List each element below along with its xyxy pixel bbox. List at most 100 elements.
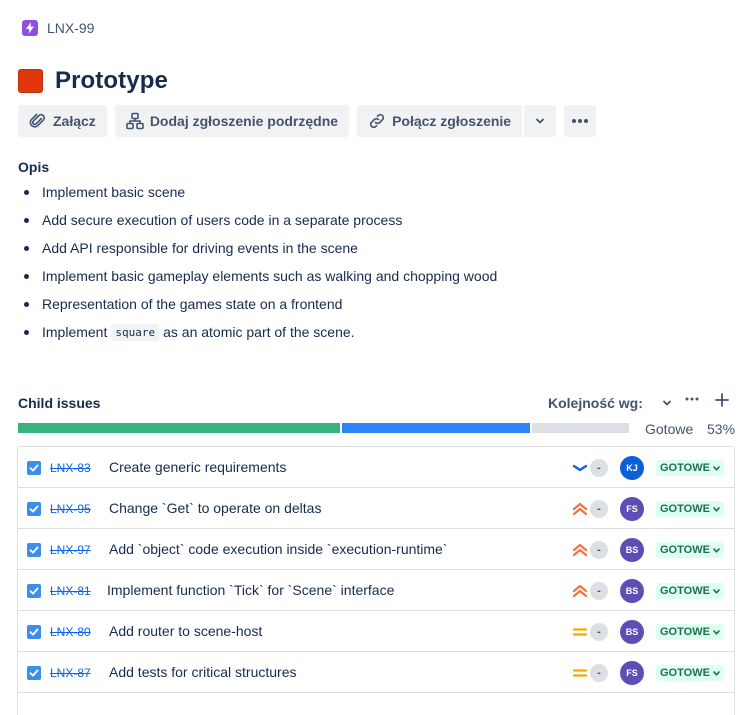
status-dropdown[interactable]: GOTOWE: [656, 460, 724, 476]
hierarchy-icon: [126, 112, 144, 130]
description-item: Implement basic gameplay elements such a…: [24, 262, 497, 290]
child-issue-row[interactable]: LNX-97 Add `object` code execution inside…: [18, 529, 734, 570]
story-icon: [27, 543, 41, 557]
assignee-avatar[interactable]: BS: [620, 620, 644, 644]
chevron-down-icon: [536, 118, 545, 124]
issue-key-link[interactable]: LNX-81: [50, 584, 91, 598]
issue-summary[interactable]: Add tests for critical structures: [109, 664, 297, 680]
issue-key-link[interactable]: LNX-87: [50, 666, 91, 680]
chevron-down-icon: [713, 506, 720, 512]
assignee-avatar[interactable]: BS: [620, 579, 644, 603]
story-icon: [27, 625, 41, 639]
estimate-badge: -: [590, 459, 608, 477]
issue-toolbar: Załącz Dodaj zgłoszenie podrzędne Połącz…: [18, 105, 597, 137]
priority-highest-icon: [571, 582, 589, 600]
estimate-badge: -: [590, 664, 608, 682]
issue-summary[interactable]: Create generic requirements: [109, 459, 286, 475]
chevron-down-icon: [713, 547, 720, 553]
child-issue-row[interactable]: LNX-83 Create generic requirements - KJ GOTO…: [18, 447, 734, 488]
issue-summary[interactable]: Implement function `Tick` for `Scene` in…: [107, 582, 394, 598]
link-issue-button[interactable]: Połącz zgłoszenie: [357, 105, 523, 137]
status-label: GOTOWE: [660, 462, 710, 474]
status-label: GOTOWE: [660, 503, 710, 515]
description-text: as an atomic part of the scene.: [163, 324, 355, 340]
chevron-down-icon: [713, 588, 720, 594]
estimate-badge: -: [590, 541, 608, 559]
status-dropdown[interactable]: GOTOWE: [656, 624, 724, 640]
breadcrumb-issue-key[interactable]: LNX-99: [47, 20, 94, 36]
link-issue-dropdown-button[interactable]: [524, 105, 557, 137]
progress-status-label: Gotowe: [645, 421, 694, 437]
issue-key-link[interactable]: LNX-83: [50, 461, 91, 475]
link-icon: [370, 113, 385, 129]
issue-summary[interactable]: Change `Get` to operate on deltas: [109, 500, 321, 516]
child-issue-row[interactable]: LNX-80 Add router to scene-host - BS GOTOWE: [18, 611, 734, 652]
description-heading: Opis: [18, 159, 50, 175]
paperclip-icon: [29, 113, 45, 128]
issue-key-link[interactable]: LNX-97: [50, 543, 91, 557]
status-label: GOTOWE: [660, 626, 710, 638]
description-text: Implement: [42, 324, 108, 340]
priority-lowest-icon: [571, 459, 589, 477]
plus-icon: [715, 393, 729, 407]
status-dropdown[interactable]: GOTOWE: [656, 665, 724, 681]
child-issues-more-button[interactable]: [685, 391, 699, 412]
title-row: Prototype: [18, 67, 168, 95]
chevron-down-icon: [713, 465, 720, 471]
add-child-issue-label: Dodaj zgłoszenie podrzędne: [149, 113, 339, 129]
child-issues-progress-bar: [18, 423, 630, 433]
more-actions-button[interactable]: [564, 105, 597, 137]
status-dropdown[interactable]: GOTOWE: [656, 542, 724, 558]
add-child-issue-button[interactable]: Dodaj zgłoszenie podrzędne: [114, 105, 350, 137]
status-label: GOTOWE: [660, 667, 710, 679]
link-issue-label: Połącz zgłoszenie: [392, 113, 512, 129]
description-list[interactable]: Implement basic scene Add secure executi…: [24, 178, 497, 346]
issue-key-link[interactable]: LNX-80: [50, 625, 91, 639]
description-item: Add secure execution of users code in a …: [24, 206, 497, 234]
child-issue-row[interactable]: LNX-95 Change `Get` to operate on deltas -…: [18, 488, 734, 529]
attach-label: Załącz: [53, 113, 96, 129]
description-item: Representation of the games state on a f…: [24, 290, 497, 318]
breadcrumb[interactable]: LNX-99: [22, 20, 94, 36]
assignee-avatar[interactable]: FS: [620, 661, 644, 685]
assignee-avatar[interactable]: KJ: [620, 456, 644, 480]
child-issues-list: LNX-83 Create generic requirements - KJ GOTO…: [17, 446, 735, 715]
issue-key-link[interactable]: LNX-95: [50, 502, 91, 516]
description-text: Representation of the games state on a f…: [42, 296, 343, 312]
more-icon: [685, 397, 699, 401]
bullet: [24, 301, 29, 307]
add-child-issue-icon-button[interactable]: [715, 391, 729, 411]
lightning-icon: [22, 20, 38, 36]
story-icon: [27, 461, 41, 475]
bullet: [24, 245, 29, 251]
chevron-down-icon: [663, 400, 671, 406]
progress-percent: 53%: [707, 421, 736, 437]
assignee-avatar[interactable]: BS: [620, 538, 644, 562]
sort-by-button[interactable]: Kolejność wg:: [548, 395, 673, 411]
attach-button[interactable]: Załącz: [18, 105, 107, 137]
description-item: Implement basic scene: [24, 178, 497, 206]
child-issue-row[interactable]: LNX-81 Implement function `Tick` for `Sce…: [18, 570, 734, 611]
description-text: Implement basic scene: [42, 184, 186, 200]
estimate-badge: -: [590, 500, 608, 518]
child-issue-row[interactable]: LNX-87 Add tests for critical structures -…: [18, 652, 734, 693]
progress-segment: [342, 423, 530, 433]
more-icon: [572, 119, 589, 123]
inline-code: square: [111, 323, 160, 341]
chevron-down-icon: [713, 670, 720, 676]
link-issue-split-button: Połącz zgłoszenie: [357, 105, 557, 137]
issue-summary[interactable]: Add `object` code execution inside `exec…: [109, 541, 448, 557]
priority-highest-icon: [571, 500, 589, 518]
status-dropdown[interactable]: GOTOWE: [656, 501, 724, 517]
estimate-badge: -: [590, 582, 608, 600]
status-dropdown[interactable]: GOTOWE: [656, 583, 724, 599]
issue-summary[interactable]: Add router to scene-host: [109, 623, 262, 639]
bullet: [24, 217, 29, 223]
epic-color-icon: [18, 69, 43, 93]
page-title[interactable]: Prototype: [55, 67, 168, 95]
bullet: [24, 273, 29, 279]
priority-medium-icon: [571, 623, 589, 641]
bullet: [24, 189, 29, 195]
priority-medium-icon: [571, 664, 589, 682]
assignee-avatar[interactable]: FS: [620, 497, 644, 521]
